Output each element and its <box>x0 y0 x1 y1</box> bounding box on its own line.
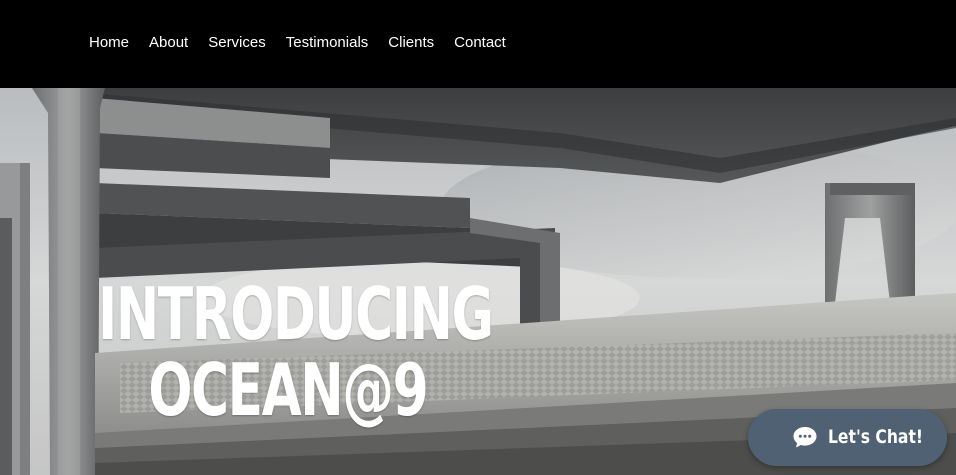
nav-item-about[interactable]: About <box>149 33 188 53</box>
nav-item-contact[interactable]: Contact <box>454 33 506 53</box>
nav-item-services[interactable]: Services <box>208 33 266 53</box>
chat-bubble-icon <box>793 427 817 448</box>
site-header: Home About Services Testimonials Clients… <box>0 0 956 88</box>
chat-button-label: Let's Chat! <box>828 426 924 448</box>
nav-item-home[interactable]: Home <box>89 33 129 53</box>
hero-headline-line2: OCEAN@9 <box>148 348 428 432</box>
hero-headline: INTRODUCING OCEAN@9 <box>98 272 494 432</box>
nav-item-testimonials[interactable]: Testimonials <box>286 33 369 53</box>
page: Home About Services Testimonials Clients… <box>0 0 956 475</box>
nav-item-clients[interactable]: Clients <box>388 33 434 53</box>
hero-headline-line1: INTRODUCING <box>98 272 494 356</box>
main-nav: Home About Services Testimonials Clients… <box>89 33 526 53</box>
chat-button[interactable]: Let's Chat! <box>748 409 947 466</box>
